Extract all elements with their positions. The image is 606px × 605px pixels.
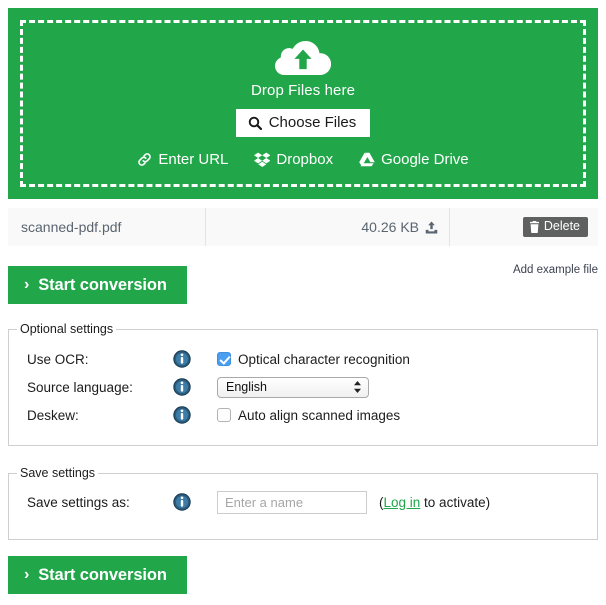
google-drive-icon — [359, 152, 375, 167]
deskew-label: Deskew: — [27, 407, 79, 423]
optional-settings-rows: Use OCR: Optical character recognition S… — [9, 336, 597, 428]
ocr-checkbox-label: Optical character recognition — [238, 351, 410, 367]
setting-row-deskew: Deskew: Auto align scanned images — [27, 402, 597, 428]
use-ocr-label: Use OCR: — [27, 351, 89, 367]
source-language-select-wrap[interactable]: English — [217, 376, 369, 398]
ocr-checkbox[interactable] — [217, 352, 231, 366]
source-language-label: Source language: — [27, 379, 133, 395]
deskew-checkbox[interactable] — [217, 408, 231, 422]
login-link[interactable]: Log in — [384, 495, 421, 510]
add-example-file-link[interactable]: Add example file — [513, 264, 598, 276]
ocr-checkbox-wrap[interactable]: Optical character recognition — [217, 352, 410, 367]
google-drive-label: Google Drive — [381, 151, 469, 168]
file-name: scanned-pdf.pdf — [21, 219, 122, 235]
google-drive-link[interactable]: Google Drive — [359, 151, 469, 168]
delete-label: Delete — [543, 218, 580, 233]
info-icon[interactable] — [173, 350, 191, 368]
upload-arrow-icon — [425, 221, 438, 233]
enter-url-label: Enter URL — [158, 151, 229, 168]
use-ocr-control: Optical character recognition — [217, 352, 410, 367]
link-icon — [138, 153, 152, 166]
file-size: 40.26 KB — [361, 219, 419, 235]
deskew-checkbox-label: Auto align scanned images — [238, 407, 401, 423]
save-settings-name-input[interactable] — [217, 490, 367, 514]
optional-settings-panel: Optional settings Use OCR: Optical chara… — [8, 322, 598, 446]
source-language-select[interactable]: English — [217, 376, 369, 398]
start-conversion-label: Start conversion — [38, 275, 167, 294]
drop-files-label: Drop Files here — [250, 82, 356, 99]
setting-row-source-language: Source language: English — [27, 374, 597, 400]
note-close-text: to activate) — [420, 494, 491, 510]
trash-icon — [529, 220, 539, 233]
file-action-cell: Delete — [450, 208, 598, 246]
chevron-right-icon: › — [24, 566, 30, 583]
start-conversion-label: Start conversion — [38, 565, 167, 584]
info-icon[interactable] — [173, 493, 191, 511]
save-settings-control: (Log in to activate) — [217, 490, 490, 514]
setting-row-save-settings-as: Save settings as: (Log in to activate) — [27, 489, 597, 515]
file-name-cell: scanned-pdf.pdf — [8, 208, 206, 246]
cloud-service-links: Enter URL Dropbox Google Drive — [137, 151, 469, 168]
save-settings-as-label: Save settings as: — [27, 494, 130, 510]
enter-url-link[interactable]: Enter URL — [137, 151, 228, 168]
dropzone-dashed-border: Drop Files here Choose Files Enter URL D… — [20, 20, 586, 187]
setting-row-use-ocr: Use OCR: Optical character recognition — [27, 346, 597, 372]
info-icon[interactable] — [173, 378, 191, 396]
dropbox-link[interactable]: Dropbox — [254, 151, 333, 168]
save-settings-legend: Save settings — [20, 466, 96, 480]
dropbox-icon — [254, 152, 271, 167]
deskew-checkbox-wrap[interactable]: Auto align scanned images — [217, 408, 400, 423]
file-size-cell: 40.26 KB — [206, 208, 450, 246]
cloud-upload-icon — [275, 41, 331, 75]
chevron-right-icon: › — [24, 276, 30, 293]
activate-note: (Log in to activate) — [379, 495, 490, 510]
magnifier-icon — [248, 116, 262, 130]
optional-settings-legend: Optional settings — [20, 322, 114, 336]
save-settings-panel: Save settings Save settings as: (Log in … — [8, 466, 598, 540]
file-dropzone[interactable]: Drop Files here Choose Files Enter URL D… — [8, 8, 598, 199]
deskew-control: Auto align scanned images — [217, 408, 400, 423]
converter-page: Drop Files here Choose Files Enter URL D… — [0, 0, 606, 605]
info-icon[interactable] — [173, 406, 191, 424]
dropbox-label: Dropbox — [276, 151, 334, 168]
uploaded-file-row: scanned-pdf.pdf 40.26 KB Delete — [8, 208, 598, 246]
choose-files-label: Choose Files — [268, 114, 357, 131]
start-conversion-button-top[interactable]: › Start conversion — [8, 266, 187, 304]
choose-files-button[interactable]: Choose Files — [235, 109, 371, 137]
delete-file-button[interactable]: Delete — [522, 216, 588, 238]
source-language-control: English — [217, 376, 369, 398]
save-settings-rows: Save settings as: (Log in to activate) — [9, 480, 597, 515]
start-conversion-button-bottom[interactable]: › Start conversion — [8, 556, 187, 594]
